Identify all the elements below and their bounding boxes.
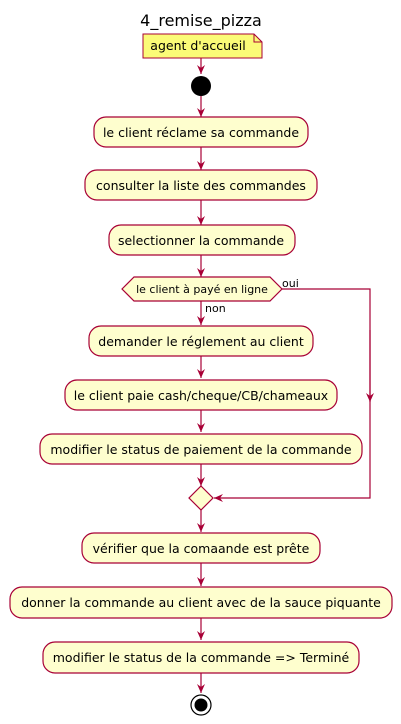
- activity-label: consulter la liste des commandes: [96, 178, 306, 193]
- activity-demander-reglement: demander le réglement au client: [88, 325, 314, 357]
- activity-selectionner: selectionner la commande: [108, 224, 296, 256]
- activity-modifier-paiement: modifier le status de paiement de la com…: [39, 433, 363, 465]
- activity-modifier-status: modifier le status de la commande => Ter…: [42, 641, 360, 674]
- diagram-title: 4_remise_pizza: [140, 11, 262, 31]
- activity-diagram: 4_remise_pizza agent d'accueil le client…: [9, 11, 393, 716]
- activity-label: modifier le status de paiement de la com…: [50, 442, 352, 457]
- branch-label-yes: oui: [282, 277, 299, 290]
- merge-node: [188, 485, 214, 511]
- start-node: [191, 76, 211, 96]
- activity-donner: donner la commande au client avec de la …: [9, 586, 393, 619]
- activity-label: modifier le status de la commande => Ter…: [53, 650, 350, 665]
- activity-label: selectionner la commande: [118, 233, 284, 248]
- activity-label: donner la commande au client avec de la …: [21, 595, 381, 610]
- activity-label: le client réclame sa commande: [103, 125, 299, 140]
- activity-verifier: vérifier que la comaande est prête: [81, 532, 321, 564]
- activity-client-paie: le client paie cash/cheque/CB/chameaux: [64, 379, 338, 411]
- note-label: agent d'accueil: [150, 38, 245, 53]
- activity-label: vérifier que la comaande est prête: [93, 541, 310, 556]
- end-node: [190, 694, 212, 716]
- decision-condition: le client à payé en ligne: [136, 283, 268, 296]
- note: agent d'accueil: [142, 33, 263, 59]
- activity-consulter: consulter la liste des commandes: [84, 169, 318, 201]
- branch-label-no: non: [205, 302, 226, 315]
- activity-label: le client paie cash/cheque/CB/chameaux: [74, 388, 328, 403]
- decision-paye-en-ligne: le client à payé en ligne: [121, 276, 283, 302]
- activity-reclame: le client réclame sa commande: [93, 116, 309, 148]
- activity-label: demander le réglement au client: [98, 334, 304, 349]
